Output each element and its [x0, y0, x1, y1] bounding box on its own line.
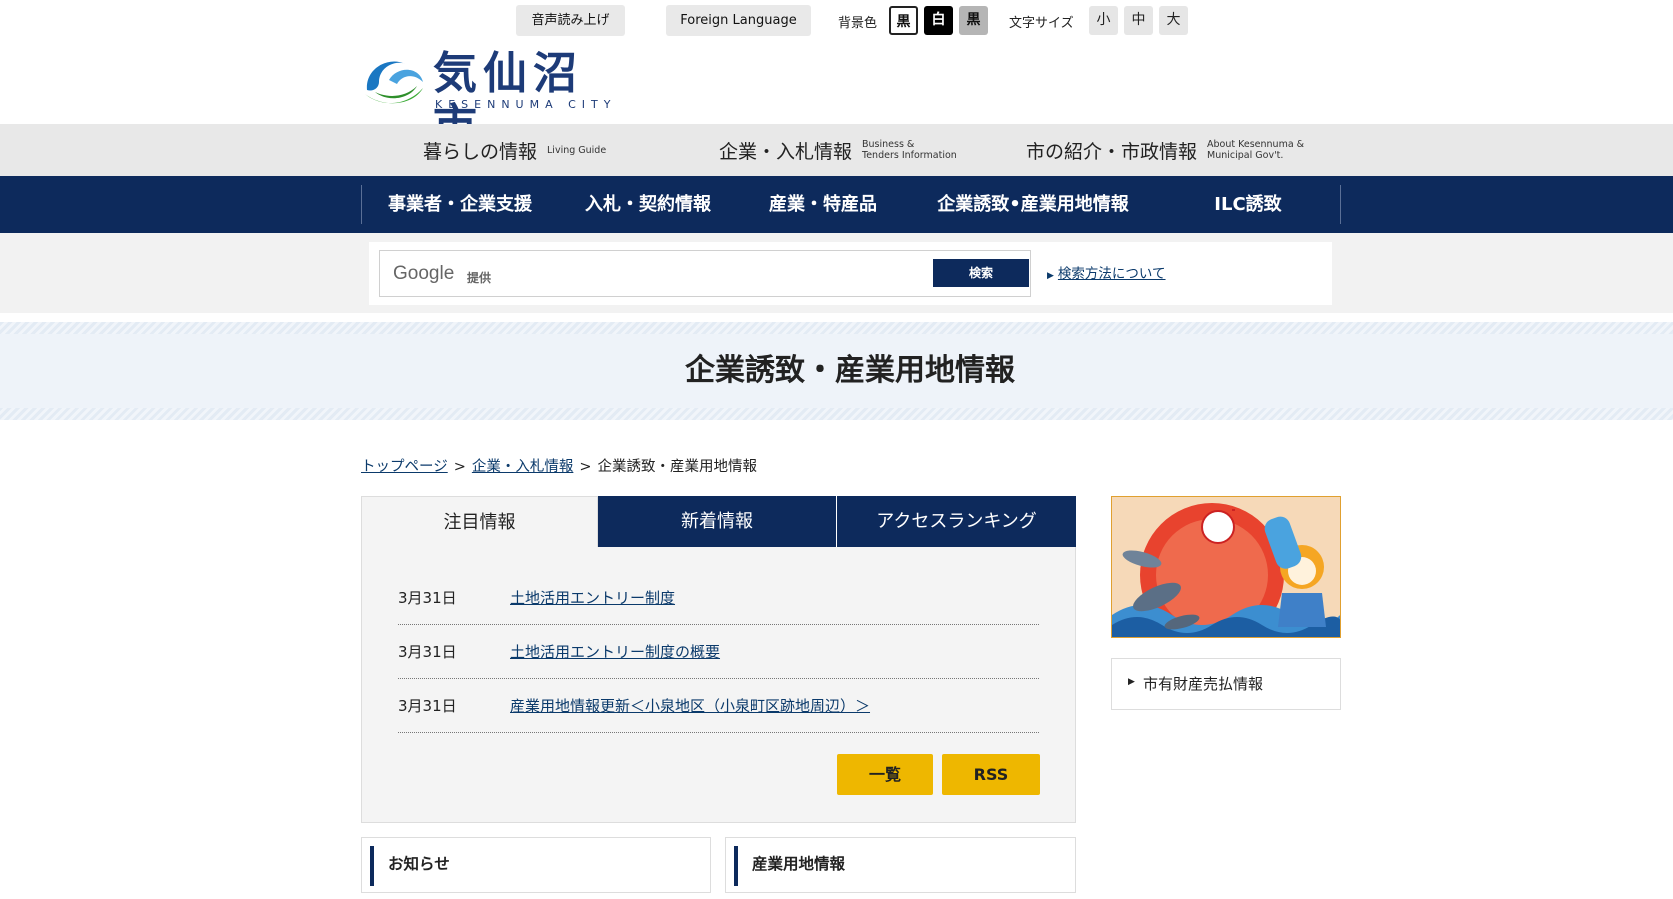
- google-provided-label: 提供: [467, 271, 492, 285]
- gnav-about-sub: About Kesennuma & Municipal Gov't.: [1207, 139, 1305, 161]
- logo-subtitle: KESENNUMA CITY: [435, 98, 617, 111]
- gnav-living-label: 暮らしの情報: [423, 140, 538, 163]
- site-logo[interactable]: 気仙沼市 KESENNUMA CITY: [361, 48, 631, 151]
- search-button[interactable]: 検索: [933, 259, 1029, 287]
- news-link[interactable]: 産業用地情報更新＜小泉地区（小泉町区跡地周辺）＞: [510, 679, 870, 733]
- font-size-label: 文字サイズ: [1009, 16, 1074, 31]
- section-notices-title: お知らせ: [388, 855, 450, 873]
- subnav-industry[interactable]: 産業・特産品: [738, 185, 908, 224]
- gnav-living-sub: Living Guide: [547, 144, 607, 156]
- news-row: 3月31日 土地活用エントリー制度: [398, 571, 1039, 625]
- rss-button[interactable]: RSS: [942, 754, 1040, 795]
- side-link-property-sale[interactable]: ▶ 市有財産売払情報: [1111, 658, 1341, 710]
- breadcrumb-separator: >: [453, 459, 466, 475]
- gnav-living[interactable]: 暮らしの情報 Living Guide: [423, 124, 606, 176]
- news-date: 3月31日: [398, 697, 457, 715]
- bg-gray-button[interactable]: 黒: [959, 6, 988, 35]
- section-industrial-land-title: 産業用地情報: [752, 855, 846, 873]
- gnav-business-sub: Business & Tenders Information: [862, 139, 957, 161]
- search-help-link[interactable]: 検索方法について: [1058, 266, 1166, 282]
- sub-nav: 事業者・企業支援 入札・契約情報 産業・特産品 企業誘致•産業用地情報 ILC誘…: [0, 176, 1673, 233]
- section-accent-bar: [370, 846, 374, 886]
- tab-ranking[interactable]: アクセスランキング: [837, 496, 1076, 548]
- tab-featured[interactable]: 注目情報: [361, 496, 598, 548]
- news-panel: 3月31日 土地活用エントリー制度 3月31日 土地活用エントリー制度の概要 3…: [361, 547, 1076, 823]
- search-box: Google 提供 検索 ▶ 検索方法について: [369, 242, 1332, 305]
- background-color-label: 背景色: [838, 16, 878, 31]
- search-help: ▶ 検索方法について: [1047, 262, 1166, 282]
- font-small-button[interactable]: 小: [1089, 6, 1118, 35]
- title-band-inner: 企業誘致・産業用地情報: [0, 334, 1673, 408]
- list-button[interactable]: 一覧: [837, 754, 933, 795]
- subnav-ilc[interactable]: ILC誘致: [1158, 185, 1338, 224]
- gnav-about[interactable]: 市の紹介・市政情報 About Kesennuma & Municipal Go…: [1026, 124, 1304, 176]
- bg-white-button[interactable]: 白: [924, 6, 953, 35]
- news-link[interactable]: 土地活用エントリー制度: [510, 571, 675, 625]
- breadcrumb-home[interactable]: トップページ: [361, 459, 448, 475]
- news-date: 3月31日: [398, 643, 457, 661]
- triangle-right-icon: ▶: [1047, 271, 1054, 281]
- breadcrumb-separator: >: [579, 459, 592, 475]
- news-link[interactable]: 土地活用エントリー制度の概要: [510, 625, 720, 679]
- font-large-button[interactable]: 大: [1159, 6, 1188, 35]
- global-nav: 暮らしの情報 Living Guide 企業・入札情報 Business & T…: [0, 124, 1673, 176]
- news-tabs: 注目情報 新着情報 アクセスランキング: [361, 496, 1076, 548]
- news-date: 3月31日: [398, 589, 457, 607]
- breadcrumb: トップページ > 企業・入札情報 > 企業誘致・産業用地情報: [361, 455, 757, 476]
- banner-illustration: [1112, 497, 1340, 637]
- triangle-right-icon: ▶: [1128, 677, 1135, 687]
- search-band: Google 提供 検索 ▶ 検索方法について: [0, 233, 1673, 313]
- news-row: 3月31日 土地活用エントリー制度の概要: [398, 625, 1039, 679]
- gnav-business[interactable]: 企業・入札情報 Business & Tenders Information: [719, 124, 957, 176]
- breadcrumb-parent[interactable]: 企業・入札情報: [472, 459, 574, 475]
- city-emblem-icon: [365, 61, 423, 104]
- speech-button[interactable]: 音声読み上げ: [516, 5, 625, 36]
- title-band: 企業誘致・産業用地情報: [0, 322, 1673, 420]
- kesennuma-jirushi-banner[interactable]: [1111, 496, 1341, 638]
- breadcrumb-current: 企業誘致・産業用地情報: [597, 459, 758, 475]
- news-row: 3月31日 産業用地情報更新＜小泉地区（小泉町区跡地周辺）＞: [398, 679, 1039, 733]
- subnav-business-support[interactable]: 事業者・企業支援: [362, 185, 558, 224]
- utility-bar: 音声読み上げ Foreign Language 背景色 黒 白 黒 文字サイズ …: [0, 0, 1673, 44]
- gnav-about-label: 市の紹介・市政情報: [1026, 140, 1198, 163]
- search-input[interactable]: Google 提供 検索: [379, 250, 1031, 297]
- tab-new[interactable]: 新着情報: [598, 496, 836, 548]
- section-accent-bar: [734, 846, 738, 886]
- subnav-bidding[interactable]: 入札・契約情報: [558, 185, 738, 224]
- side-link-label: 市有財産売払情報: [1143, 675, 1264, 693]
- subnav-investment[interactable]: 企業誘致•産業用地情報: [908, 185, 1158, 224]
- bg-black-button[interactable]: 黒: [889, 6, 918, 35]
- sub-nav-inner: 事業者・企業支援 入札・契約情報 産業・特産品 企業誘致•産業用地情報 ILC誘…: [361, 185, 1341, 224]
- google-logo: Google: [393, 263, 455, 284]
- page-title: 企業誘致・産業用地情報: [685, 353, 1015, 388]
- foreign-language-button[interactable]: Foreign Language: [666, 5, 811, 36]
- section-notices: お知らせ: [361, 837, 711, 893]
- font-medium-button[interactable]: 中: [1124, 6, 1153, 35]
- section-industrial-land: 産業用地情報: [725, 837, 1076, 893]
- gnav-business-label: 企業・入札情報: [719, 140, 853, 163]
